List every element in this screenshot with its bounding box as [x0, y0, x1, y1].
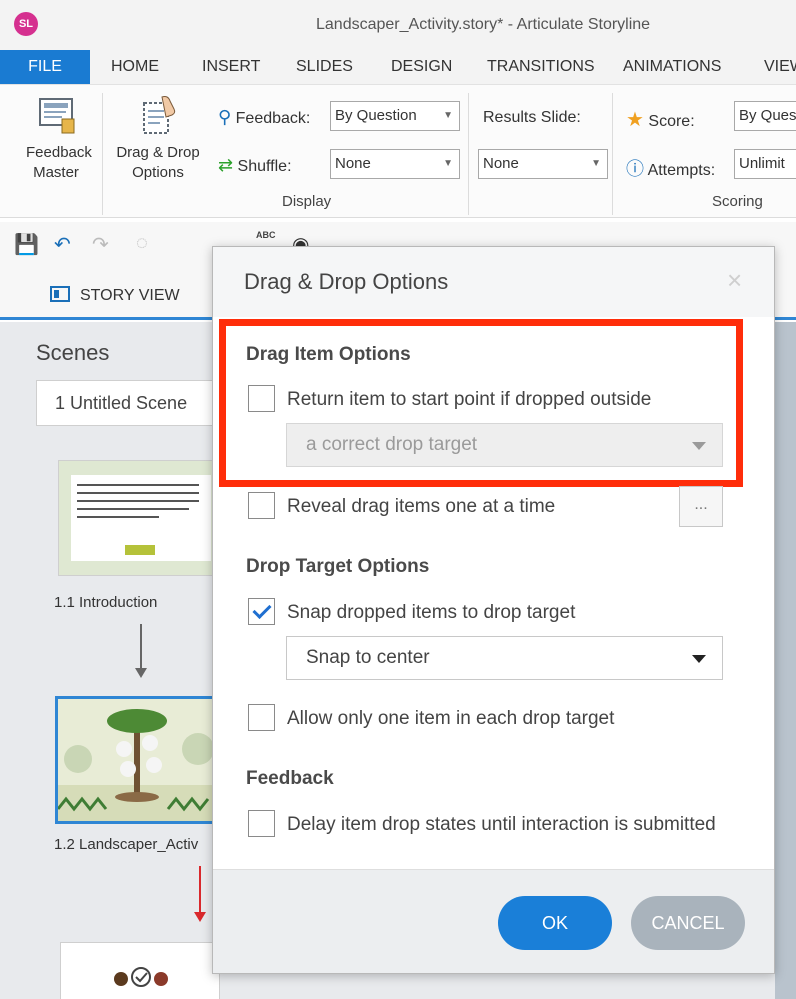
ok-button[interactable]: OK [498, 896, 612, 950]
snap-checkbox[interactable] [248, 598, 275, 625]
snap-dropdown[interactable]: Snap to center [286, 636, 723, 680]
score-select-value: By Ques [739, 107, 796, 124]
chevron-down-icon: ▼ [443, 110, 453, 121]
redo-icon[interactable]: ↷ [92, 232, 109, 257]
app-logo: SL [14, 12, 38, 36]
drag-item-options-title: Drag Item Options [246, 344, 411, 365]
return-item-checkbox[interactable] [248, 385, 275, 412]
connector-arrowhead [135, 668, 147, 678]
vertical-scrollbar[interactable] [775, 322, 796, 999]
story-view-tab[interactable]: STORY VIEW [50, 286, 180, 305]
tab-home[interactable]: HOME [111, 50, 159, 84]
feedback-section-title: Feedback [246, 768, 334, 789]
connector-arrow-red [199, 866, 201, 912]
attempts-select[interactable]: Unlimit [734, 149, 796, 179]
star-icon: ★ [626, 109, 644, 131]
chevron-down-icon: ▼ [591, 158, 601, 169]
ribbon-tabs: FILE HOME INSERT SLIDES DESIGN TRANSITIO… [0, 50, 796, 84]
save-icon[interactable]: 💾 [14, 232, 39, 257]
scene-select[interactable]: 1 Untitled Scene [36, 380, 226, 426]
attempts-row: ⓘ Attempts: [626, 155, 715, 181]
return-target-value: a correct drop target [306, 434, 478, 455]
return-item-label: Return item to start point if dropped ou… [287, 389, 652, 410]
tab-animations[interactable]: ANIMATIONS [623, 50, 721, 84]
attempts-icon: ⓘ [626, 159, 644, 179]
drag-drop-icon [138, 93, 178, 137]
score-label: Score: [648, 113, 695, 130]
group-display-label: Display [282, 193, 332, 210]
dialog-title: Drag & Drop Options [244, 269, 449, 294]
undo-icon[interactable]: ↶ [54, 232, 71, 257]
connector-arrowhead-red [194, 912, 206, 922]
tab-insert[interactable]: INSERT [202, 50, 260, 84]
connector-arrow [140, 624, 142, 668]
shuffle-select[interactable]: None ▼ [330, 149, 460, 179]
slide-thumbnail-results[interactable] [60, 942, 220, 999]
attempts-select-value: Unlimit [739, 155, 785, 172]
delay-drop-states-label: Delay item drop states until interaction… [287, 814, 716, 835]
one-item-label: Allow only one item in each drop target [287, 708, 615, 729]
drag-drop-options-button[interactable]: Drag & Drop Options [104, 93, 212, 183]
return-target-dropdown[interactable]: a correct drop target [286, 423, 723, 467]
shuffle-label: Shuffle: [237, 158, 292, 175]
drag-drop-options-label: Drag & Drop Options [116, 144, 200, 181]
tab-file[interactable]: FILE [0, 50, 90, 84]
drag-drop-options-dialog: Drag & Drop Options × Drag Item Options … [212, 246, 775, 974]
chevron-down-icon [692, 655, 706, 663]
window-title: Landscaper_Activity.story* - Articulate … [316, 16, 651, 33]
feedback-icon: ⚲ [218, 107, 232, 127]
feedback-master-icon [36, 93, 76, 137]
shuffle-select-value: None [335, 155, 371, 172]
shuffle-row: ⇄ Shuffle: [218, 155, 292, 176]
tab-transitions[interactable]: TRANSITIONS [487, 50, 595, 84]
results-slide-select[interactable]: None ▼ [478, 149, 608, 179]
tab-view[interactable]: VIEW [764, 50, 796, 84]
results-slide-label: Results Slide: [483, 109, 581, 126]
ribbon: Feedback Master Drag & Drop Options ⚲ Fe… [0, 84, 796, 218]
feedback-select-value: By Question [335, 107, 417, 124]
feedback-label: Feedback: [235, 110, 311, 127]
score-row: ★ Score: [626, 107, 695, 132]
feedback-row: ⚲ Feedback: [218, 107, 310, 128]
group-scoring-label: Scoring [712, 193, 763, 210]
slide-thumbnail-landscaper[interactable] [55, 696, 219, 824]
delay-drop-states-checkbox[interactable] [248, 810, 275, 837]
shuffle-icon: ⇄ [218, 155, 234, 175]
close-icon[interactable]: × [727, 265, 742, 295]
snap-dropdown-value: Snap to center [306, 647, 430, 668]
drop-target-options-title: Drop Target Options [246, 556, 430, 577]
reveal-options-button[interactable]: ... [679, 486, 723, 527]
chevron-down-icon [692, 442, 706, 450]
tab-slides[interactable]: SLIDES [296, 50, 353, 84]
slide-caption-landscaper: 1.2 Landscaper_Activ [54, 836, 199, 853]
attempts-label: Attempts: [647, 162, 716, 179]
feedback-select[interactable]: By Question ▼ [330, 101, 460, 131]
slide-thumbnail-introduction[interactable] [58, 460, 218, 576]
scenes-title: Scenes [36, 340, 110, 365]
reveal-items-label: Reveal drag items one at a time [287, 496, 556, 517]
dialog-footer: OK CANCEL [213, 869, 774, 973]
tab-design[interactable]: DESIGN [391, 50, 452, 84]
story-view-label: STORY VIEW [80, 287, 180, 304]
one-item-checkbox[interactable] [248, 704, 275, 731]
feedback-master-button[interactable]: Feedback Master [14, 93, 98, 183]
score-select[interactable]: By Ques [734, 101, 796, 131]
chevron-down-icon: ▼ [443, 158, 453, 169]
story-view-icon [50, 286, 70, 302]
dialog-header: Drag & Drop Options × [213, 247, 774, 317]
slide-caption-introduction: 1.1 Introduction [54, 594, 158, 611]
reveal-items-checkbox[interactable] [248, 492, 275, 519]
cancel-button[interactable]: CANCEL [631, 896, 745, 950]
snap-label: Snap dropped items to drop target [287, 602, 576, 623]
results-slide-value: None [483, 155, 519, 172]
spell-check-icon[interactable]: ABC [256, 230, 276, 240]
spinner-icon: ◌ [136, 232, 148, 254]
feedback-master-label: Feedback Master [26, 144, 92, 181]
title-bar: SL Landscaper_Activity.story* - Articula… [0, 0, 796, 50]
